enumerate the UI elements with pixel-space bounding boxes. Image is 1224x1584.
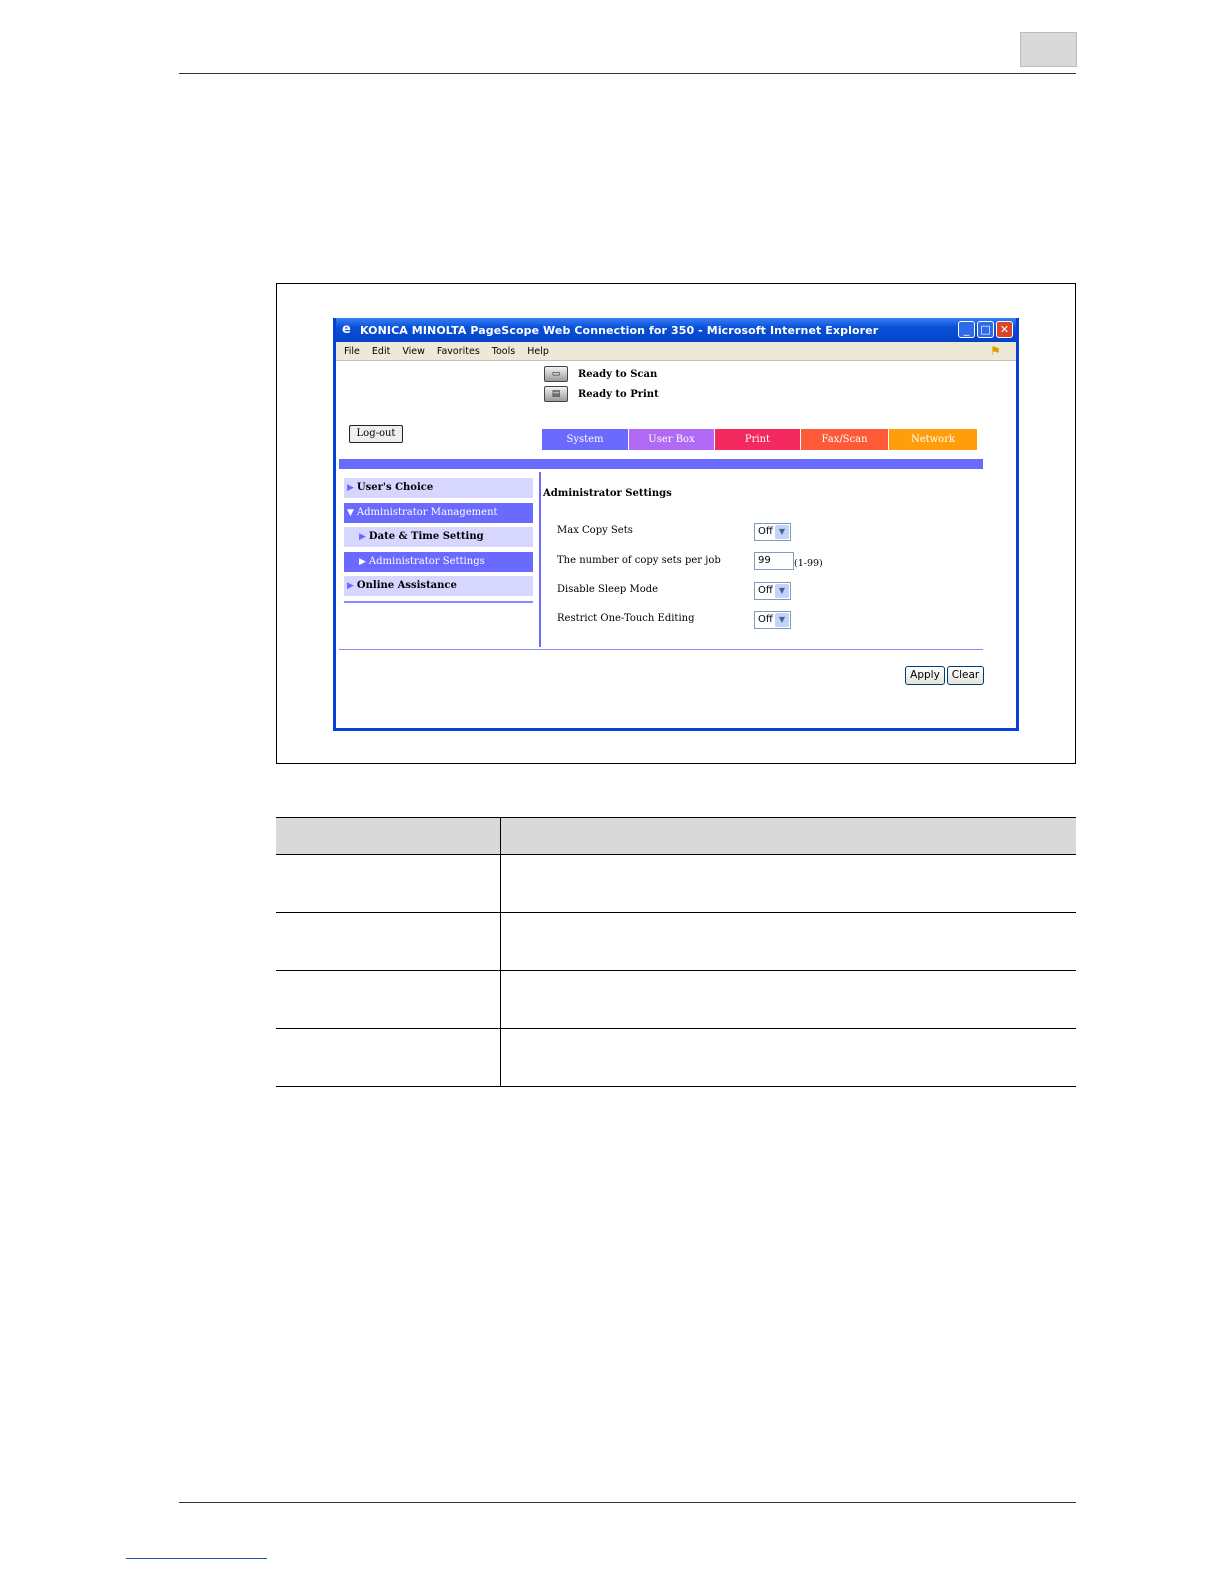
tab-network[interactable]: Network	[889, 429, 977, 450]
browser-window: e KONICA MINOLTA PageScope Web Connectio…	[333, 318, 1019, 731]
chevron-down-icon: ▼	[775, 525, 789, 539]
footer-link-underline	[126, 1558, 267, 1559]
nav-admin-management[interactable]: ▼ Administrator Management	[344, 503, 533, 523]
nav-online-assistance[interactable]: ▶ Online Assistance	[344, 576, 533, 596]
triangle-down-icon: ▼	[347, 508, 354, 518]
copy-sets-per-job-label: The number of copy sets per job	[557, 555, 721, 566]
nav-admin-settings[interactable]: ▶ Administrator Settings	[344, 552, 533, 572]
scan-status: ▭ Ready to Scan	[544, 365, 657, 383]
tab-fax-scan[interactable]: Fax/Scan	[801, 429, 888, 450]
nav-online-assistance-label: Online Assistance	[356, 580, 457, 591]
table-row	[276, 854, 1076, 913]
header-rule	[179, 73, 1076, 74]
printer-icon: ▤	[544, 386, 568, 402]
close-button[interactable]: ✕	[996, 321, 1013, 338]
menu-file[interactable]: File	[344, 346, 360, 357]
nav-users-choice[interactable]: ▶ User's Choice	[344, 478, 533, 498]
max-copy-sets-select[interactable]: Off ▼	[754, 523, 791, 541]
triangle-right-icon: ▶	[347, 581, 354, 591]
table-header-cell	[500, 817, 1076, 855]
print-status-text: Ready to Print	[578, 388, 659, 400]
tab-print[interactable]: Print	[715, 429, 800, 450]
table-header-cell	[276, 817, 501, 855]
chapter-tab	[1020, 32, 1077, 67]
table-cell	[500, 970, 1076, 1029]
minimize-button[interactable]: _	[958, 321, 975, 338]
nav-date-time-setting[interactable]: ▶ Date & Time Setting	[344, 527, 533, 547]
max-copy-sets-label: Max Copy Sets	[557, 525, 633, 536]
table-cell	[500, 912, 1076, 971]
apply-button[interactable]: Apply	[905, 666, 945, 685]
web-page: ▭ Ready to Scan ▤ Ready to Print Log-out…	[336, 362, 1016, 728]
scan-status-text: Ready to Scan	[578, 368, 658, 380]
clear-button[interactable]: Clear	[947, 666, 984, 685]
table-row	[276, 912, 1076, 971]
window-title: KONICA MINOLTA PageScope Web Connection …	[360, 323, 879, 337]
nav-date-time-label: Date & Time Setting	[368, 531, 484, 542]
windows-logo-icon: ⚑	[990, 344, 1001, 358]
menu-help[interactable]: Help	[527, 346, 549, 357]
menu-edit[interactable]: Edit	[372, 346, 390, 357]
chevron-down-icon: ▼	[775, 584, 789, 598]
menu-bar: File Edit View Favorites Tools Help ⚑	[336, 342, 1016, 361]
table-cell	[276, 912, 501, 971]
disable-sleep-mode-value: Off	[758, 585, 773, 596]
menu-view[interactable]: View	[402, 346, 425, 357]
page-title: Administrator Settings	[543, 488, 672, 499]
table-row	[276, 1028, 1076, 1087]
table-header-row	[276, 817, 1076, 855]
table-cell	[500, 1028, 1076, 1087]
max-copy-sets-value: Off	[758, 526, 773, 537]
nav-admin-management-label: Administrator Management	[356, 507, 498, 518]
copy-sets-range-note: (1-99)	[794, 558, 823, 569]
tab-user-box[interactable]: User Box	[629, 429, 714, 450]
ie-icon: e	[342, 322, 351, 337]
menu-tools[interactable]: Tools	[492, 346, 515, 357]
disable-sleep-mode-select[interactable]: Off ▼	[754, 582, 791, 600]
table-cell	[276, 970, 501, 1029]
table-cell	[500, 854, 1076, 913]
nav-admin-settings-label: Administrator Settings	[368, 556, 485, 567]
nav-users-choice-label: User's Choice	[356, 482, 434, 493]
restrict-one-touch-label: Restrict One-Touch Editing	[557, 613, 695, 624]
table-cell	[276, 854, 501, 913]
triangle-right-icon: ▶	[359, 532, 366, 542]
logout-button[interactable]: Log-out	[349, 425, 403, 443]
maximize-button[interactable]: □	[977, 321, 994, 338]
disable-sleep-mode-label: Disable Sleep Mode	[557, 584, 659, 595]
table-cell	[276, 1028, 501, 1087]
triangle-right-icon: ▶	[359, 557, 366, 567]
scanner-icon: ▭	[544, 366, 568, 382]
table-row	[276, 970, 1076, 1029]
tab-underline-bar	[339, 459, 983, 469]
content-divider	[539, 472, 541, 647]
menu-favorites[interactable]: Favorites	[437, 346, 480, 357]
tab-system[interactable]: System	[542, 429, 628, 450]
print-status: ▤ Ready to Print	[544, 385, 659, 403]
restrict-one-touch-value: Off	[758, 614, 773, 625]
nav-divider	[344, 601, 533, 603]
footer-rule	[179, 1502, 1076, 1503]
title-bar: e KONICA MINOLTA PageScope Web Connectio…	[336, 318, 1016, 342]
copy-sets-per-job-input[interactable]: 99	[754, 552, 794, 570]
chevron-down-icon: ▼	[775, 613, 789, 627]
content-bottom-divider	[339, 649, 983, 650]
restrict-one-touch-select[interactable]: Off ▼	[754, 611, 791, 629]
triangle-right-icon: ▶	[347, 483, 354, 493]
main-tabs: System User Box Print Fax/Scan Network	[542, 429, 978, 450]
settings-description-table	[276, 817, 1076, 1087]
